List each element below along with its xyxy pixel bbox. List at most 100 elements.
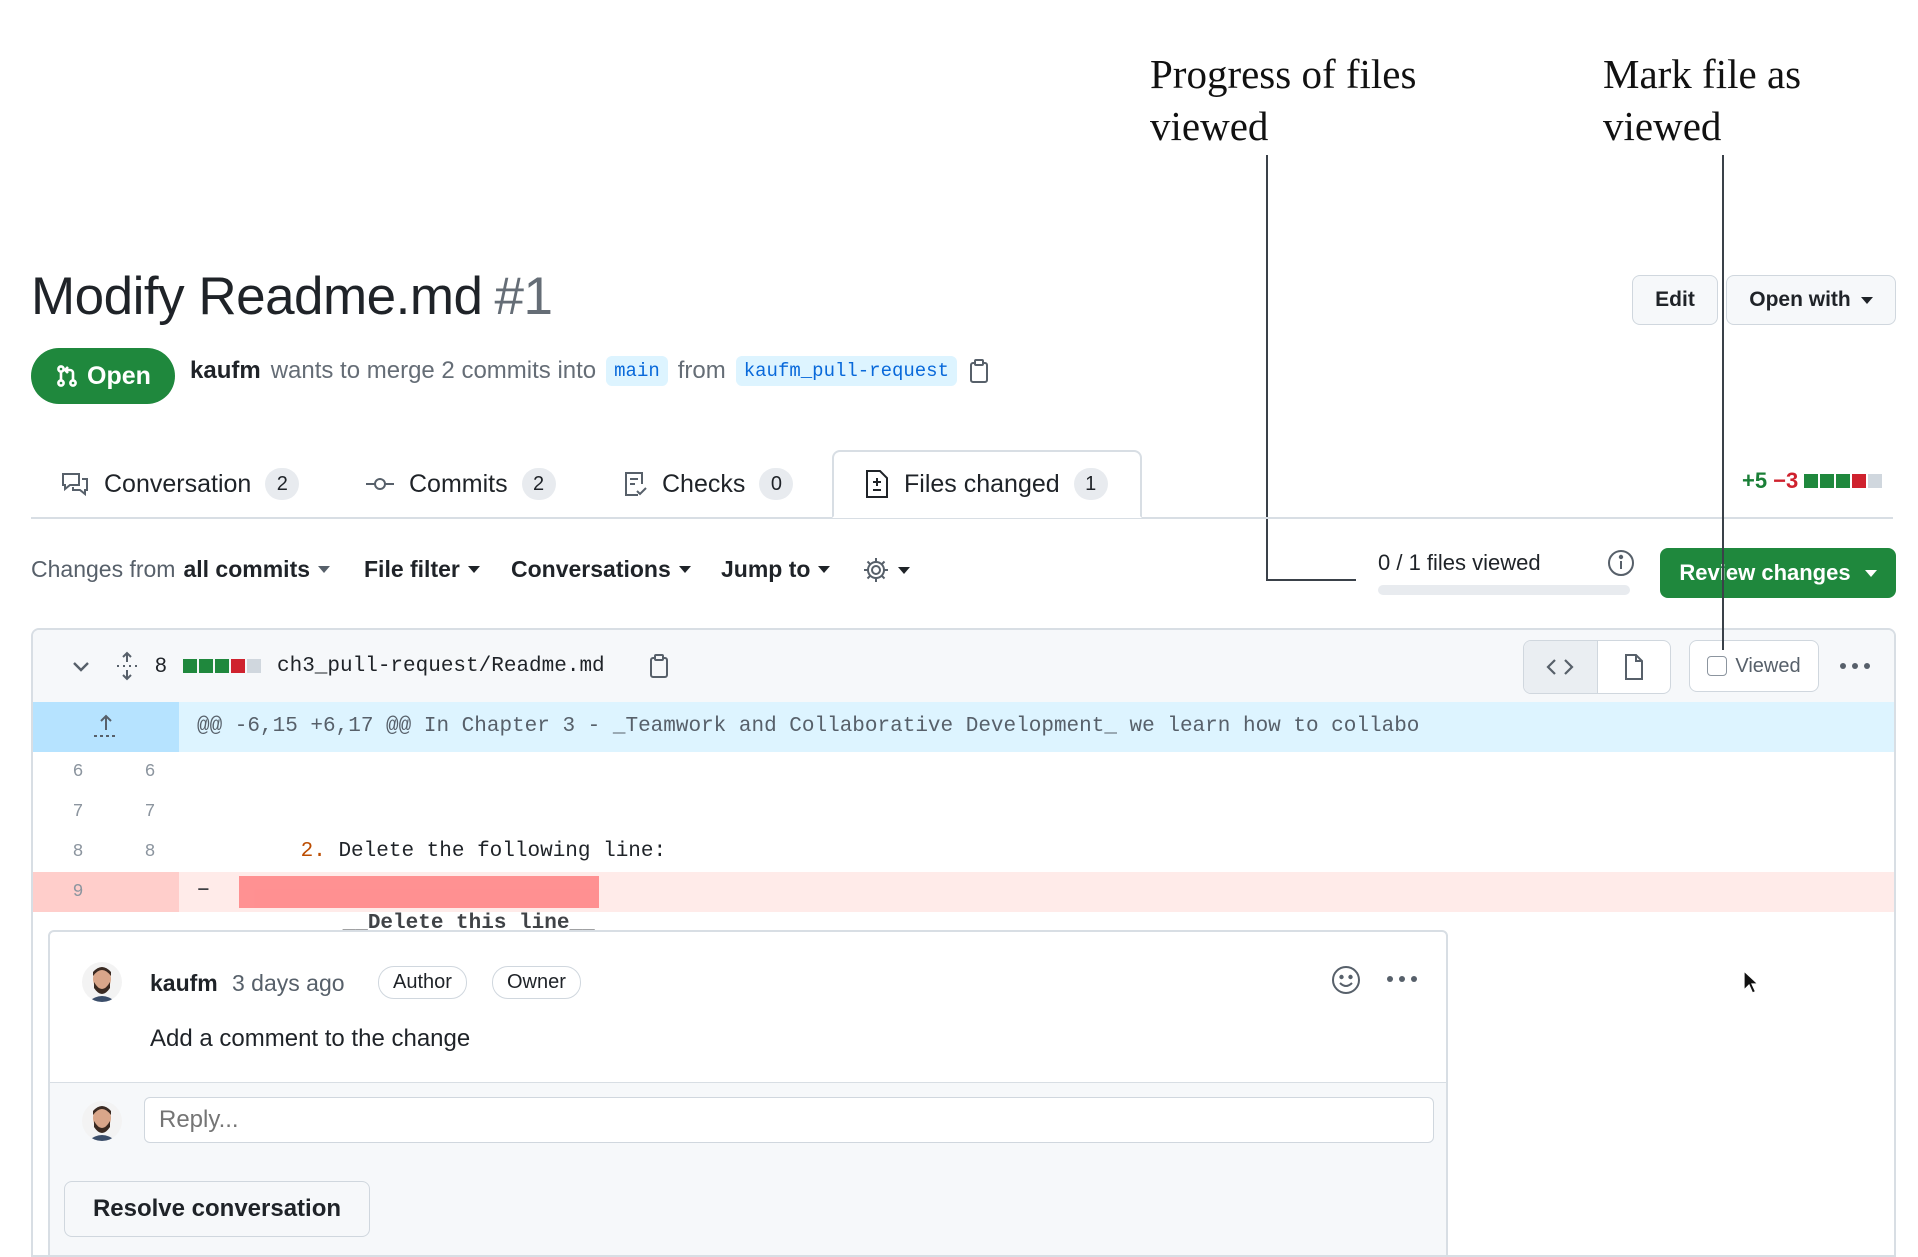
pr-number: #1 [494, 267, 553, 326]
fold-up-icon [94, 714, 115, 737]
review-changes-label: Review changes [1679, 560, 1851, 585]
conversations-label: Conversations [511, 556, 671, 582]
chevron-down-icon [1860, 296, 1873, 304]
pr-title-text: Modify Readme.md [31, 267, 483, 326]
old-line-number[interactable]: 7 [63, 792, 93, 832]
base-branch[interactable]: main [606, 356, 668, 386]
pr-author[interactable]: kaufm [190, 357, 261, 385]
review-thread: kaufm 3 days ago Author Owner Add a comm… [48, 930, 1448, 1255]
file-diff: 8 ch3_pull-request/Readme.md Viewed @@ -… [31, 628, 1896, 1257]
viewed-label: Viewed [1735, 654, 1801, 677]
callout-progress-leader-h [1266, 579, 1356, 581]
new-line-number[interactable]: 6 [135, 752, 165, 792]
file-more-options-button[interactable] [1838, 630, 1872, 702]
gear-icon [864, 558, 888, 582]
owner-badge: Owner [492, 966, 581, 999]
avatar[interactable] [82, 962, 122, 1002]
pr-state-badge: Open [31, 348, 175, 404]
chevron-down-icon [318, 566, 331, 573]
conversations-dropdown[interactable]: Conversations [511, 556, 691, 583]
copy-icon[interactable] [967, 358, 991, 384]
diffstat-block-added [1836, 474, 1851, 488]
resolve-conversation-button[interactable]: Resolve conversation [64, 1181, 370, 1237]
diff-line: 7 7 2. Delete the following line: [33, 792, 1894, 863]
tab-commits-count: 2 [521, 468, 556, 500]
user-avatar-icon [82, 1101, 122, 1141]
callout-progress-line1: Progress of files [1150, 51, 1417, 97]
pr-meta: kaufm wants to merge 2 commits into main… [190, 356, 991, 386]
file-diff-icon [866, 470, 888, 498]
jump-to-dropdown[interactable]: Jump to [721, 556, 831, 583]
kebab-horizontal-icon[interactable] [1386, 974, 1418, 984]
pr-diffstat: +5 −3 [1742, 468, 1883, 494]
diffstat-additions: +5 [1742, 468, 1768, 493]
mouse-cursor-icon [1743, 970, 1760, 994]
diff-settings-dropdown[interactable] [862, 556, 910, 584]
resolve-conversation-label: Resolve conversation [92, 1195, 342, 1222]
expand-all-button[interactable] [113, 630, 141, 702]
reply-input[interactable] [144, 1097, 1434, 1143]
old-line-number[interactable]: 6 [63, 752, 93, 792]
info-icon[interactable] [1606, 548, 1636, 578]
file-header: 8 ch3_pull-request/Readme.md Viewed [33, 630, 1894, 703]
callout-mark-line1: Mark file as [1603, 51, 1802, 97]
rich-diff-button[interactable] [1598, 641, 1671, 693]
collapse-file-button[interactable] [69, 630, 93, 702]
changes-from-dropdown[interactable]: Changes from all commits [31, 556, 331, 583]
source-diff-button[interactable] [1524, 641, 1598, 693]
tab-checks-count: 0 [759, 468, 794, 500]
comment-author[interactable]: kaufm [150, 970, 218, 997]
expand-up-button[interactable] [33, 702, 179, 752]
tab-checks[interactable]: Checks 0 [622, 450, 794, 518]
diffstat-block-added [1820, 474, 1835, 488]
chevron-down-icon [73, 662, 89, 672]
copy-path-button[interactable] [647, 630, 671, 702]
comment-time[interactable]: 3 days ago [232, 970, 345, 997]
head-branch[interactable]: kaufm_pull-request [735, 356, 957, 386]
old-line-number[interactable]: 9 [63, 872, 93, 912]
jump-to-label: Jump to [721, 556, 811, 582]
chevron-down-icon [1864, 569, 1877, 577]
old-line-number[interactable]: 8 [63, 832, 93, 872]
open-with-button[interactable]: Open with [1726, 275, 1896, 325]
edit-button[interactable]: Edit [1632, 275, 1718, 325]
viewed-checkbox[interactable] [1707, 656, 1728, 676]
diffstat-block-deleted [1852, 474, 1867, 488]
viewed-checkbox-button[interactable]: Viewed [1689, 640, 1819, 692]
file-path[interactable]: ch3_pull-request/Readme.md [277, 630, 605, 702]
tab-files-changed[interactable]: Files changed 1 [832, 450, 1142, 518]
file-icon [1624, 654, 1643, 680]
commit-icon [366, 478, 394, 490]
tab-commits[interactable]: Commits 2 [365, 450, 556, 518]
new-line-number[interactable] [135, 872, 165, 912]
comment-body: Add a comment to the change [150, 1025, 471, 1052]
comment-discussion-icon [62, 473, 88, 497]
file-block-deleted [231, 659, 245, 673]
diffstat-block-neutral [1868, 474, 1883, 488]
diff-line: 8 8 [33, 832, 1894, 872]
new-line-number[interactable]: 7 [135, 792, 165, 832]
diffstat-block-added [1804, 474, 1819, 488]
review-changes-button[interactable]: Review changes [1660, 548, 1896, 598]
pull-request-icon [57, 365, 77, 387]
file-filter-dropdown[interactable]: File filter [364, 556, 480, 583]
callout-progress: Progress of files viewed [1150, 48, 1416, 152]
chevron-down-icon [898, 566, 910, 574]
changes-from-prefix: Changes from [31, 556, 176, 582]
tab-conversation[interactable]: Conversation 2 [60, 450, 300, 518]
tab-commits-label: Commits [409, 469, 508, 498]
user-avatar-icon [82, 962, 122, 1002]
kebab-horizontal-icon [1840, 663, 1870, 669]
files-viewed-progress [1378, 585, 1630, 595]
file-diffstat-blocks [183, 630, 261, 702]
smiley-icon[interactable] [1330, 964, 1362, 996]
new-line-number[interactable]: 8 [135, 832, 165, 872]
hunk-header: @@ -6,15 +6,17 @@ In Chapter 3 - _Teamwo… [33, 702, 1894, 752]
diffstat-blocks [1804, 474, 1883, 488]
avatar [82, 1101, 122, 1141]
tab-files-changed-label: Files changed [904, 469, 1060, 498]
tab-files-changed-count: 1 [1073, 468, 1108, 500]
copy-icon [650, 654, 668, 678]
callout-mark-line2: viewed [1603, 103, 1722, 149]
files-viewed-text: 0 / 1 files viewed [1378, 550, 1541, 575]
